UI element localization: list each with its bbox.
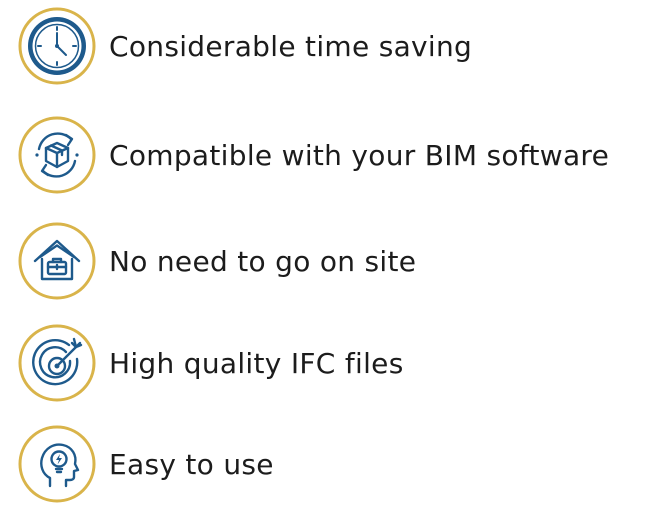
clock-icon xyxy=(18,7,96,85)
feature-label: No need to go on site xyxy=(109,244,417,278)
feature-label: Compatible with your BIM software xyxy=(109,138,610,172)
feature-item-easy-to-use: Easy to use xyxy=(17,424,274,504)
feature-item-time-saving: Considerable time saving xyxy=(17,6,472,86)
feature-label: Considerable time saving xyxy=(109,29,473,63)
feature-item-bim-compatible: Compatible with your BIM software xyxy=(17,115,609,195)
sync-cube-icon xyxy=(18,116,96,194)
head-lightbulb-icon xyxy=(18,425,96,503)
feature-label: Easy to use xyxy=(109,447,274,481)
house-briefcase-icon xyxy=(18,222,96,300)
feature-label: High quality IFC files xyxy=(109,346,404,380)
feature-item-high-quality-ifc: High quality IFC files xyxy=(17,323,404,403)
target-arrow-icon xyxy=(18,324,96,402)
feature-list: Considerable time saving Compatible with… xyxy=(0,0,648,515)
feature-item-no-site-visit: No need to go on site xyxy=(17,221,416,301)
